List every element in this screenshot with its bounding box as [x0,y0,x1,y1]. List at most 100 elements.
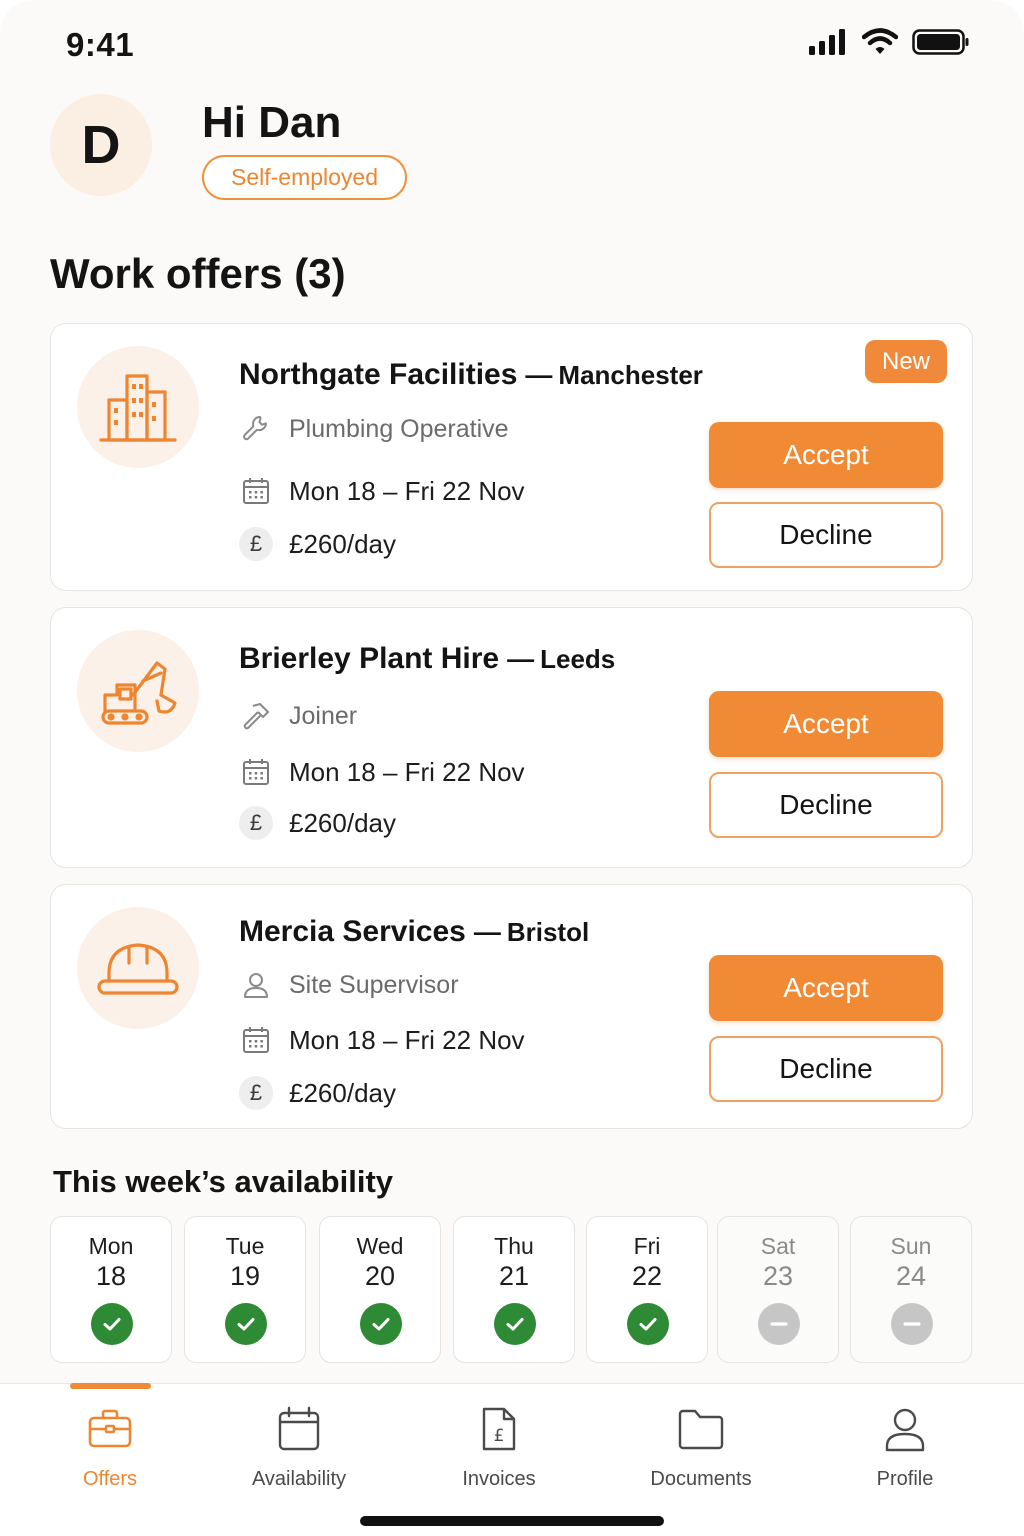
company-city: Manchester [558,360,703,390]
employment-status-badge: Self-employed [202,155,407,200]
available-check-icon [225,1303,267,1345]
currency-icon-wrapper: £ [239,527,273,561]
app-screen: 9:41 D Hi Dan Self-employed Work offers … [0,0,1024,1536]
day-date: 24 [895,1261,927,1291]
day-card-tue[interactable]: Tue 19 [184,1216,306,1363]
accept-button[interactable]: Accept [709,955,943,1021]
offer-card[interactable]: Northgate Facilities — Manchester New Plum… [50,323,973,591]
day-card-fri[interactable]: Fri 22 [586,1216,708,1363]
dates-row: Mon 18 – Fri 22 Nov [239,754,525,790]
day-date: 22 [631,1261,663,1291]
new-badge: New [865,340,947,383]
rate-row: £ £260/day [239,526,396,562]
available-check-icon [360,1303,402,1345]
day-name: Mon [88,1233,134,1259]
rate-text: £260/day [289,528,396,559]
home-indicator [360,1516,664,1526]
available-check-icon [627,1303,669,1345]
day-date: 21 [498,1261,530,1291]
rate-text: £260/day [289,1077,396,1108]
role-row: Site Supervisor [239,967,459,1003]
role-row: Plumbing Operative [239,411,509,447]
day-name: Fri [633,1233,661,1259]
day-card-wed[interactable]: Wed 20 [319,1216,441,1363]
tab-label: Invoices [462,1468,536,1490]
tab-profile[interactable]: Profile [825,1406,985,1496]
bottom-tab-bar: Offers Availability £ Invoices Documents… [0,1383,1024,1536]
day-name: Tue [225,1233,265,1259]
person-icon [239,968,273,1002]
day-name: Sat [760,1233,796,1259]
dates-row: Mon 18 – Fri 22 Nov [239,473,525,509]
available-check-icon [91,1303,133,1345]
svg-text:£: £ [494,1426,505,1446]
role-row: Joiner [239,698,357,734]
tab-invoices[interactable]: £ Invoices [419,1406,579,1496]
day-date: 20 [364,1261,396,1291]
company-line: Brierley Plant Hire — Leeds [239,642,615,676]
dates-row: Mon 18 – Fri 22 Nov [239,1022,525,1058]
greeting-title: Hi Dan [202,98,342,147]
currency-icon-wrapper: £ [239,1076,273,1110]
company-city: Bristol [506,917,590,947]
company-line: Northgate Facilities — Manchester [239,358,703,392]
company-separator: — [525,360,553,390]
calendar-icon [239,755,273,789]
hard-hat-icon [77,907,199,1029]
decline-button[interactable]: Decline [709,1036,943,1102]
dates-text: Mon 18 – Fri 22 Nov [289,475,525,506]
unavailable-minus-icon [891,1303,933,1345]
day-name: Thu [494,1233,534,1259]
day-card-mon[interactable]: Mon 18 [50,1216,172,1363]
company-separator: — [507,644,535,674]
unavailable-minus-icon [758,1303,800,1345]
company-line: Mercia Services — Bristol [239,915,589,949]
hammer-icon [239,699,273,733]
calendar-icon [278,1406,320,1451]
day-card-thu[interactable]: Thu 21 [453,1216,575,1363]
decline-button[interactable]: Decline [709,502,943,568]
wifi-icon [862,28,898,54]
decline-button[interactable]: Decline [709,772,943,838]
wrench-icon [239,412,273,446]
dates-text: Mon 18 – Fri 22 Nov [289,756,525,787]
avatar[interactable]: D [50,94,152,196]
tab-label: Availability [251,1468,347,1490]
role-text: Site Supervisor [289,970,459,999]
tab-availability[interactable]: Availability [219,1406,379,1496]
currency-icon-wrapper: £ [239,806,273,840]
day-name: Sun [890,1233,932,1259]
offer-card[interactable]: Mercia Services — Bristol Site Supervisor [50,884,973,1129]
pound-icon: £ [239,527,273,561]
status-bar: 9:41 [0,0,1024,90]
available-check-icon [494,1303,536,1345]
status-icons [808,28,970,56]
tab-label: Documents [650,1468,752,1490]
calendar-icon [239,1023,273,1057]
building-icon [77,346,199,468]
signal-icon [809,29,845,55]
day-card-sun[interactable]: Sun 24 [850,1216,972,1363]
tab-label: Profile [876,1468,934,1490]
status-time: 9:41 [66,26,135,63]
pound-icon: £ [239,806,273,840]
role-text: Plumbing Operative [289,414,509,443]
company-name: Mercia Services [239,915,466,948]
tab-offers[interactable]: Offers [30,1406,190,1496]
rate-row: £ £260/day [239,1075,396,1111]
offer-card[interactable]: Brierley Plant Hire—Leeds Joiner Mon 1 [50,607,973,868]
battery-icon [912,29,969,55]
tab-documents[interactable]: Documents [621,1406,781,1496]
dates-text: Mon 18 – Fri 22 Nov [289,1024,525,1055]
day-date: 19 [229,1261,261,1291]
availability-title: This week’s availability [53,1164,394,1199]
accept-button[interactable]: Accept [709,422,943,488]
accept-button[interactable]: Accept [709,691,943,757]
rate-row: £ £260/day [239,805,396,841]
folder-icon [678,1409,724,1450]
invoice-icon: £ [482,1407,516,1451]
company-city: Leeds [540,644,616,674]
company-separator: — [473,917,501,947]
active-tab-indicator [70,1383,151,1389]
day-card-sat[interactable]: Sat 23 [717,1216,839,1363]
